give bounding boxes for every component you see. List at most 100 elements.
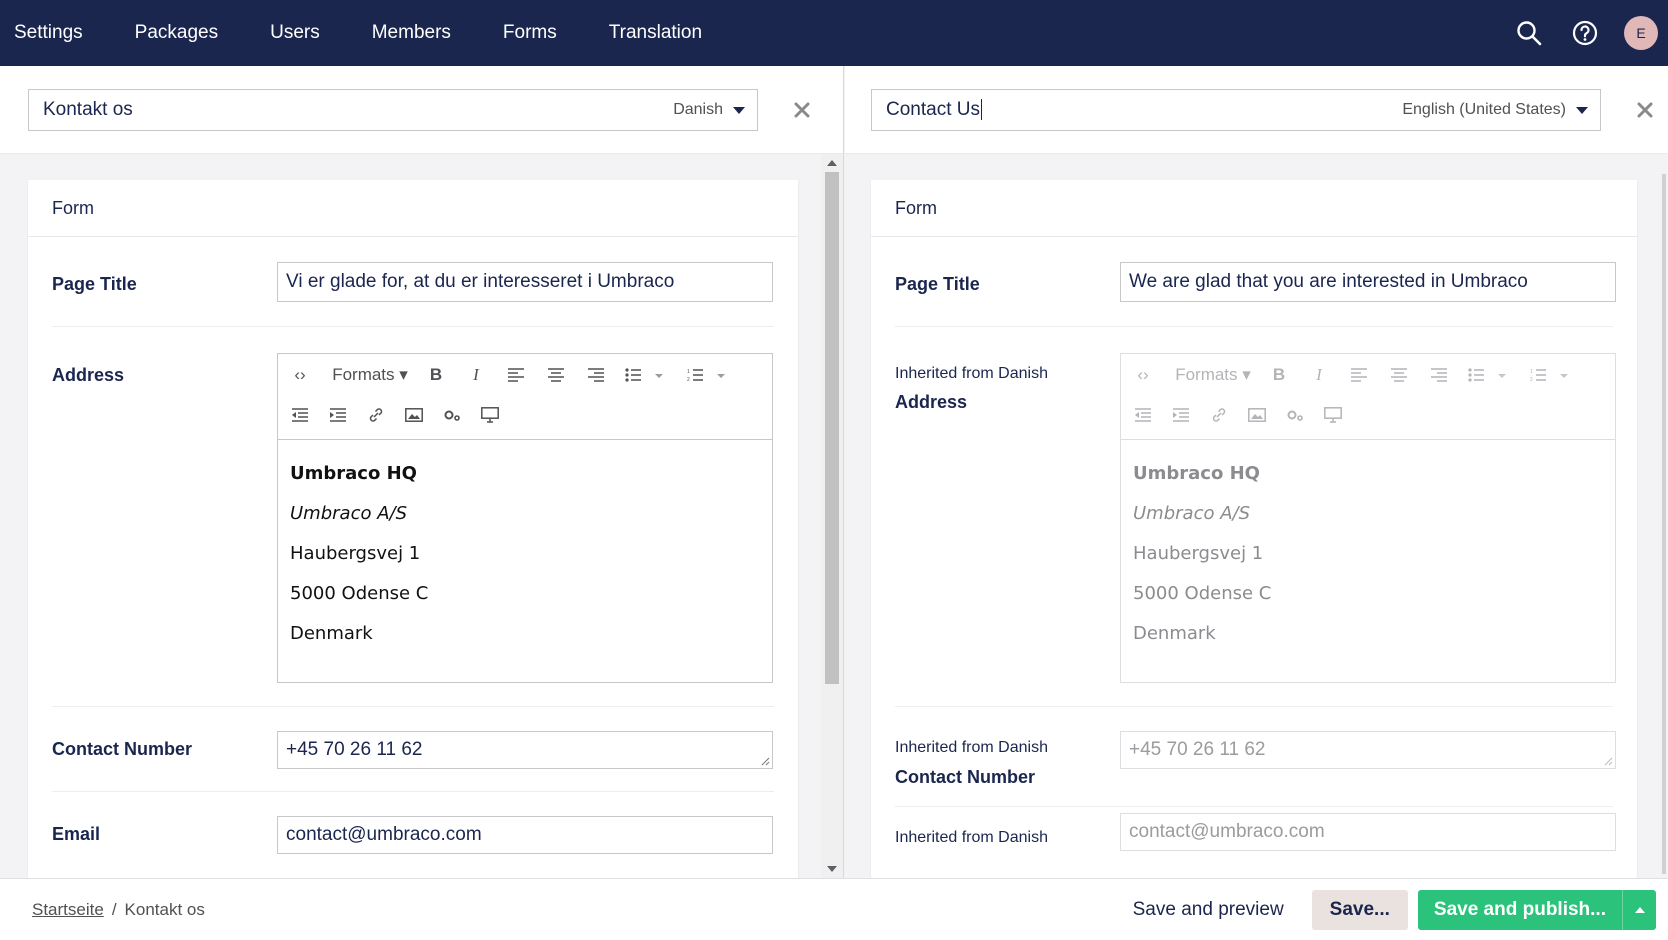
formats-label: Formats [1175,365,1238,384]
property-label: Address [52,365,125,385]
content-name-field[interactable]: Contact Us English (United States) [871,89,1601,131]
image-icon [1245,402,1269,428]
editor-header: Kontakt os Danish [0,66,843,154]
email-input[interactable]: contact@umbraco.com [277,816,773,854]
help-icon[interactable] [1568,16,1602,50]
email-input: contact@umbraco.com [1120,813,1616,851]
property-page-title: Page Title We are glad that you are inte… [895,237,1616,327]
save-and-publish-label: Save and publish... [1433,898,1606,920]
footer-actions: Save and preview Save... Save and publis… [1115,889,1668,930]
property-label: Page Title [895,274,980,294]
resize-grip-icon[interactable] [760,756,770,766]
close-icon[interactable] [1635,100,1655,120]
rte-toolbar: ‹› Formats ▾ B I 12 [278,354,772,440]
svg-text:2: 2 [1530,377,1533,382]
language-label: English (United States) [1402,101,1566,118]
numbered-list-icon[interactable]: 12 [686,362,726,388]
align-center-icon[interactable] [544,362,568,388]
contact-number-textarea[interactable]: +45 70 26 11 62 [277,731,773,769]
inherited-note: Inherited from Danish [895,739,1048,756]
svg-text:2: 2 [687,377,690,382]
embed-icon[interactable] [478,402,502,428]
property-email: Email contact@umbraco.com [52,792,774,878]
property-label: Contact Number [895,767,1036,787]
bullet-list-icon [1467,362,1507,388]
nav-packages[interactable]: Packages [109,0,244,66]
property-label: Page Title [52,274,137,294]
macro-icon[interactable] [440,402,464,428]
top-navigation: Settings Packages Users Members Forms Tr… [0,0,1668,66]
editor-scroll-area: Form Page Title We are glad that you are… [845,154,1668,878]
inherited-note: Inherited from Danish [895,829,1048,846]
align-right-icon [1427,362,1451,388]
nav-members[interactable]: Members [346,0,477,66]
nav-users[interactable]: Users [244,0,346,66]
property-label: Email [52,824,101,844]
source-code-icon[interactable]: ‹› [288,362,312,388]
nav-translation[interactable]: Translation [583,0,728,66]
nav-settings[interactable]: Settings [0,0,109,66]
svg-text:1: 1 [1530,369,1533,375]
bold-icon[interactable]: B [424,362,448,388]
numbered-list-icon: 12 [1529,362,1569,388]
rte-content[interactable]: Umbraco HQ Umbraco A/S Haubergsvej 1 500… [290,454,428,654]
scroll-thumb[interactable] [825,172,839,684]
close-icon[interactable] [792,100,812,120]
save-and-preview-button[interactable]: Save and preview [1115,890,1302,930]
outdent-icon[interactable] [288,402,312,428]
editor-header: Contact Us English (United States) [845,66,1668,154]
user-avatar[interactable]: E [1624,16,1658,50]
formats-dropdown[interactable]: Formats ▾ [328,362,412,388]
scroll-down-icon[interactable] [827,866,837,872]
address-line: Umbraco A/S [290,503,407,524]
editor-scrollbar[interactable] [821,154,843,878]
align-right-icon[interactable] [584,362,608,388]
content-name: Contact Us [886,99,982,120]
property-address: Inherited from Danish Address ‹› Formats… [895,327,1616,707]
address-line: Haubergsvej 1 [290,543,421,564]
property-label: Contact Number [52,739,193,759]
language-picker[interactable]: Danish [673,101,757,119]
scroll-thumb[interactable] [1662,174,1666,874]
search-icon[interactable] [1512,16,1546,50]
group-title: Form [28,180,798,237]
breadcrumb-current: Kontakt os [124,899,205,919]
inherited-note: Inherited from Danish [895,365,1048,382]
bold-icon: B [1272,365,1286,384]
link-icon[interactable] [364,402,388,428]
address-line: Denmark [290,623,373,644]
property-email: Inherited from Danish contact@umbraco.co… [895,807,1616,878]
nav-forms[interactable]: Forms [477,0,583,66]
scroll-up-icon[interactable] [827,160,837,166]
bullet-list-icon[interactable] [624,362,664,388]
svg-text:1: 1 [687,369,690,375]
editor-footer: Startseite / Kontakt os Save and preview… [0,878,1668,940]
language-picker[interactable]: English (United States) [1402,101,1600,119]
language-label: Danish [673,101,723,118]
breadcrumb-root-link[interactable]: Startseite [32,900,104,920]
image-icon[interactable] [402,402,426,428]
address-line: 5000 Odense C [290,583,429,604]
header-tools: E [1512,16,1668,50]
italic-icon[interactable]: I [464,362,488,388]
formats-dropdown: Formats ▾ [1175,365,1251,384]
editor-scrollbar[interactable] [1662,154,1668,878]
save-and-publish-button[interactable]: Save and publish... [1417,889,1656,930]
address-line: 5000 Odense C [1133,583,1272,604]
indent-icon[interactable] [326,402,350,428]
rte-content: Umbraco HQ Umbraco A/S Haubergsvej 1 500… [1133,454,1271,654]
align-left-icon [1347,362,1371,388]
page-title-input[interactable]: Vi er glade for, at du er interesseret i… [277,262,773,302]
group-title: Form [871,180,1637,237]
address-rich-text-editor[interactable]: ‹› Formats ▾ B I 12 Umbraco HQ Umbraco A… [277,353,773,683]
save-button[interactable]: Save... [1311,889,1408,930]
content-name-field[interactable]: Kontakt os Danish [28,89,758,131]
breadcrumb: Startseite / Kontakt os [0,900,205,920]
italic-icon: I [1316,365,1322,384]
align-left-icon[interactable] [504,362,528,388]
formats-label: Formats [332,365,395,384]
address-line: Umbraco HQ [1133,463,1260,484]
page-title-input[interactable]: We are glad that you are interested in U… [1120,262,1616,302]
publish-options-toggle[interactable] [1622,889,1656,930]
content-name: Kontakt os [43,99,133,120]
